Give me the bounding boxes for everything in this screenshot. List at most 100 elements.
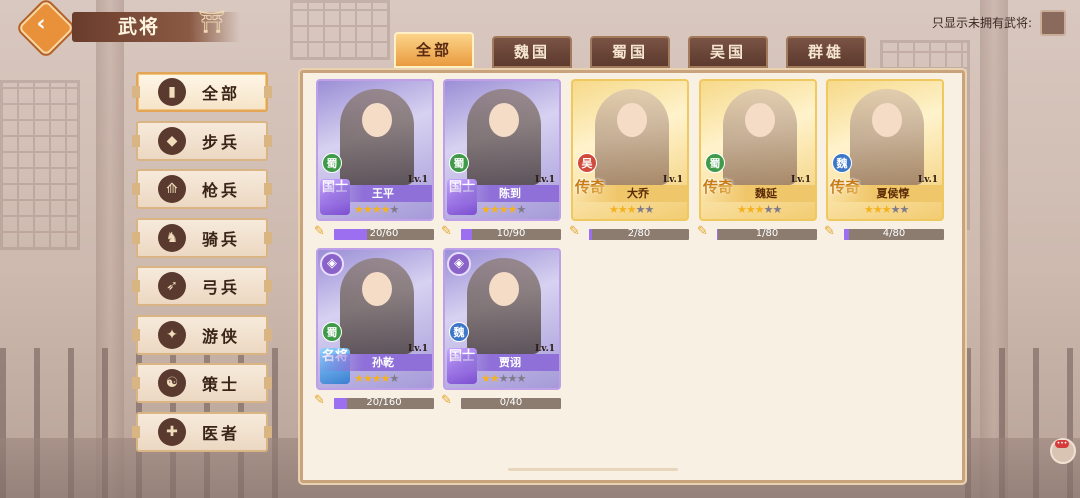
general-level: Lv.1: [407, 175, 428, 185]
star-filled-icon: ★: [626, 203, 637, 216]
star-rating: ★★★★★: [481, 372, 527, 385]
star-empty-icon: ★: [389, 372, 400, 385]
book-icon: ▮: [158, 78, 186, 106]
star-empty-icon: ★: [507, 372, 518, 385]
star-filled-icon: ★: [371, 372, 382, 385]
general-face: [745, 103, 775, 137]
star-filled-icon: ★: [371, 203, 382, 216]
star-filled-icon: ★: [380, 203, 391, 216]
tab-2[interactable]: 蜀国: [590, 36, 670, 68]
sidebar-item-label: 游侠: [202, 326, 241, 346]
tab-4[interactable]: 群雄: [786, 36, 866, 68]
general-name: 贾诩: [445, 354, 559, 371]
sidebar-item-label: 步兵: [202, 132, 241, 152]
fragment-icon: ✎: [314, 224, 325, 239]
general-name: 王平: [318, 185, 432, 202]
sidebar-item[interactable]: ✚ 医者: [132, 411, 272, 452]
fragment-count: 0/40: [499, 397, 523, 408]
sidebar-item[interactable]: ▮ 全部: [132, 72, 272, 112]
fragment-count: 1/80: [755, 228, 779, 239]
general-name: 大乔: [573, 185, 687, 202]
general-level: Lv.1: [917, 175, 938, 185]
star-filled-icon: ★: [489, 203, 500, 216]
sidebar-item[interactable]: ♞ 骑兵: [132, 217, 272, 258]
star-empty-icon: ★: [516, 203, 527, 216]
filter-unowned-checkbox[interactable]: [1040, 10, 1066, 36]
general-card[interactable]: 魏Lv.1传奇夏侯惇★★★★★: [826, 79, 944, 221]
general-list-panel: 蜀Lv.1国士王平★★★★★✎20/60蜀Lv.1国士陈到★★★★★✎10/90…: [300, 70, 965, 483]
star-filled-icon: ★: [872, 203, 883, 216]
general-card[interactable]: 魏Lv.1国士贾诩★★★★★◈: [443, 248, 561, 390]
general-face: [617, 103, 647, 137]
healer-icon: ✚: [158, 417, 186, 446]
star-empty-icon: ★: [498, 372, 509, 385]
tab-1[interactable]: 魏国: [492, 36, 572, 68]
star-empty-icon: ★: [516, 372, 527, 385]
filter-unowned-label: 只显示未拥有武将:: [931, 16, 1032, 30]
star-empty-icon: ★: [899, 203, 910, 216]
star-rating: ★★★★★: [354, 203, 399, 216]
shield-icon: ◆: [158, 126, 186, 155]
star-filled-icon: ★: [481, 372, 491, 385]
fragment-icon: ✎: [441, 393, 452, 408]
general-name: 陈到: [445, 185, 559, 202]
fragment-progress: ✎ 20/60: [314, 224, 434, 242]
spear-icon: ⟰: [158, 175, 186, 203]
star-filled-icon: ★: [864, 203, 874, 216]
scroll-indicator: [508, 468, 678, 471]
awaken-icon: ◈: [320, 252, 344, 276]
horse-icon: ♞: [158, 223, 186, 252]
star-filled-icon: ★: [881, 203, 892, 216]
star-rating: ★★★★★: [737, 203, 782, 216]
star-filled-icon: ★: [737, 203, 747, 216]
sidebar-item[interactable]: ➶ 弓兵: [132, 266, 272, 306]
star-empty-icon: ★: [763, 203, 774, 216]
sidebar-item[interactable]: ✦ 游侠: [132, 314, 272, 355]
star-filled-icon: ★: [498, 203, 509, 216]
general-face: [362, 103, 392, 137]
faction-badge: 蜀: [449, 153, 469, 173]
sidebar-item-label: 枪兵: [202, 181, 241, 200]
general-card[interactable]: 吴Lv.1传奇大乔★★★★★: [571, 79, 689, 221]
fragment-progress: ✎ 20/160: [314, 393, 434, 411]
fragment-icon: ✎: [697, 224, 708, 239]
fragment-count: 10/90: [496, 228, 526, 239]
back-button[interactable]: ‹: [17, 0, 75, 57]
fragment-count: 2/80: [627, 228, 651, 239]
faction-badge: 魏: [832, 153, 852, 173]
general-level: Lv.1: [534, 175, 555, 185]
fragment-progress: ✎ 2/80: [569, 224, 689, 242]
sidebar-item-label: 医者: [202, 423, 241, 443]
sidebar-item[interactable]: ⟰ 枪兵: [132, 169, 272, 209]
faction-badge: 魏: [449, 322, 469, 342]
sidebar-item-label: 策士: [202, 375, 241, 394]
fragment-progress: ✎ 4/80: [824, 224, 944, 242]
star-filled-icon: ★: [354, 203, 364, 216]
page-title: 武将: [118, 16, 161, 38]
bg-window: [290, 0, 390, 60]
general-card[interactable]: 蜀Lv.1名将孙乾★★★★★◈: [316, 248, 434, 390]
tab-3[interactable]: 吴国: [688, 36, 768, 68]
sidebar-item[interactable]: ☯ 策士: [132, 363, 272, 403]
star-filled-icon: ★: [507, 203, 518, 216]
general-face: [489, 103, 519, 137]
strategist-icon: ☯: [158, 369, 186, 397]
fragment-count: 4/80: [882, 228, 906, 239]
general-card[interactable]: 蜀Lv.1传奇魏延★★★★★: [699, 79, 817, 221]
faction-badge: 蜀: [322, 153, 342, 173]
general-face: [489, 272, 519, 306]
fragment-progress: ✎ 1/80: [697, 224, 817, 242]
general-card[interactable]: 蜀Lv.1国士王平★★★★★: [316, 79, 434, 221]
fragment-progress: ✎ 0/40: [441, 393, 561, 411]
general-face: [362, 272, 392, 306]
sidebar-item[interactable]: ◆ 步兵: [132, 120, 272, 161]
star-empty-icon: ★: [890, 203, 901, 216]
tab-0[interactable]: 全部: [394, 32, 474, 68]
general-card[interactable]: 蜀Lv.1国士陈到★★★★★: [443, 79, 561, 221]
fragment-progress: ✎ 10/90: [441, 224, 561, 242]
star-filled-icon: ★: [745, 203, 756, 216]
general-level: Lv.1: [662, 175, 683, 185]
faction-badge: 蜀: [705, 153, 725, 173]
star-filled-icon: ★: [489, 372, 500, 385]
star-rating: ★★★★★: [481, 203, 527, 216]
